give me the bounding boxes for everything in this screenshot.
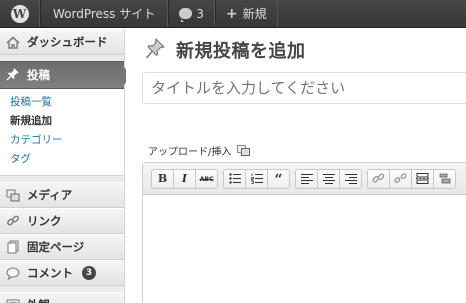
admin-bar: W WordPress サイト 3 + 新規 — [0, 0, 466, 28]
site-name-label: WordPress サイト — [53, 7, 156, 21]
page-title: 新規投稿を追加 — [176, 41, 306, 62]
media-icon — [6, 188, 20, 202]
home-icon — [6, 35, 20, 49]
insert-link-button[interactable] — [367, 168, 390, 189]
align-left-button[interactable] — [295, 168, 318, 189]
sidebar-item-posts[interactable]: 投稿 — [0, 61, 132, 89]
sidebar-item-label: 外観 — [27, 297, 50, 303]
sidebar-item-links[interactable]: リンク — [0, 208, 124, 234]
sidebar-item-media[interactable]: メディア — [0, 182, 124, 208]
toggle-toolbar-button[interactable] — [433, 168, 456, 189]
chain-link-icon — [6, 214, 20, 228]
submenu-tags[interactable]: タグ — [0, 150, 124, 169]
strikethrough-button[interactable]: ABC — [195, 168, 218, 189]
align-button-group — [295, 168, 362, 189]
sidebar-item-label: 投稿 — [27, 68, 50, 82]
sidebar-item-dashboard[interactable]: ダッシュボード — [0, 29, 124, 55]
main-content: 新規投稿を追加 アップロード/挿入 B I ABC “ — [126, 29, 466, 303]
blockquote-button[interactable]: “ — [267, 168, 290, 189]
sidebar-item-label: 固定ページ — [27, 240, 85, 254]
link-icon — [372, 173, 385, 183]
align-right-button[interactable] — [339, 168, 362, 189]
comments-count-badge: 3 — [82, 266, 96, 280]
appearance-icon — [6, 298, 20, 303]
editor-toolbar: B I ABC “ — [143, 163, 466, 195]
pushpin-icon — [6, 67, 20, 84]
plus-icon: + — [225, 5, 238, 22]
numbered-list-icon — [250, 173, 263, 184]
sidebar-item-label: ダッシュボード — [27, 35, 108, 49]
new-content-label: 新規 — [242, 7, 267, 21]
unlink-button[interactable] — [389, 168, 412, 189]
wp-logo-menu[interactable]: W — [0, 0, 40, 27]
list-button-group: “ — [223, 168, 290, 189]
align-left-icon — [300, 173, 313, 184]
bullet-list-icon — [228, 173, 241, 184]
sidebar-item-appearance[interactable]: 外観 — [0, 292, 124, 303]
align-right-icon — [344, 173, 357, 184]
sidebar-item-pages[interactable]: 固定ページ — [0, 234, 124, 260]
submenu-categories[interactable]: カテゴリー — [0, 131, 124, 150]
insert-more-button[interactable] — [411, 168, 434, 189]
sidebar-item-label: コメント — [27, 266, 73, 280]
sidebar-item-label: メディア — [27, 188, 73, 202]
posts-submenu: 投稿一覧 新規追加 カテゴリー タグ — [0, 89, 124, 176]
bold-button[interactable]: B — [151, 168, 174, 189]
submenu-all-posts[interactable]: 投稿一覧 — [0, 93, 124, 112]
unlink-icon — [394, 173, 407, 183]
sidebar-item-label: リンク — [27, 214, 62, 228]
new-content-menu[interactable]: + 新規 — [214, 0, 278, 27]
italic-button[interactable]: I — [173, 168, 196, 189]
site-name-link[interactable]: WordPress サイト — [40, 0, 169, 27]
comments-link[interactable]: 3 — [168, 0, 215, 27]
kitchen-sink-icon — [439, 173, 450, 184]
align-center-button[interactable] — [317, 168, 340, 189]
add-media-icon[interactable] — [237, 144, 251, 157]
wordpress-icon: W — [10, 4, 29, 23]
format-button-group: B I ABC — [151, 168, 218, 189]
sidebar-item-comments[interactable]: コメント 3 — [0, 260, 124, 286]
pushpin-icon — [144, 37, 166, 63]
read-more-icon — [416, 173, 429, 184]
link-button-group — [367, 168, 456, 189]
bullet-list-button[interactable] — [223, 168, 246, 189]
comment-bubble-icon — [6, 266, 20, 280]
upload-insert-label: アップロード/挿入 — [148, 147, 232, 158]
speech-bubble-icon — [179, 8, 193, 22]
submenu-add-new[interactable]: 新規追加 — [0, 112, 124, 131]
align-center-icon — [322, 173, 335, 184]
page-icon — [6, 240, 20, 254]
post-title-input[interactable] — [142, 72, 466, 104]
admin-sidebar: ダッシュボード 投稿 投稿一覧 新規追加 カテゴリー タグ メディア リンク 固… — [0, 29, 132, 303]
page-header: 新規投稿を追加 — [144, 37, 306, 63]
upload-insert-row: アップロード/挿入 — [148, 143, 251, 158]
post-editor: B I ABC “ — [142, 162, 466, 303]
comments-count: 3 — [196, 6, 204, 21]
editor-content-area[interactable] — [143, 195, 466, 303]
numbered-list-button[interactable] — [245, 168, 268, 189]
